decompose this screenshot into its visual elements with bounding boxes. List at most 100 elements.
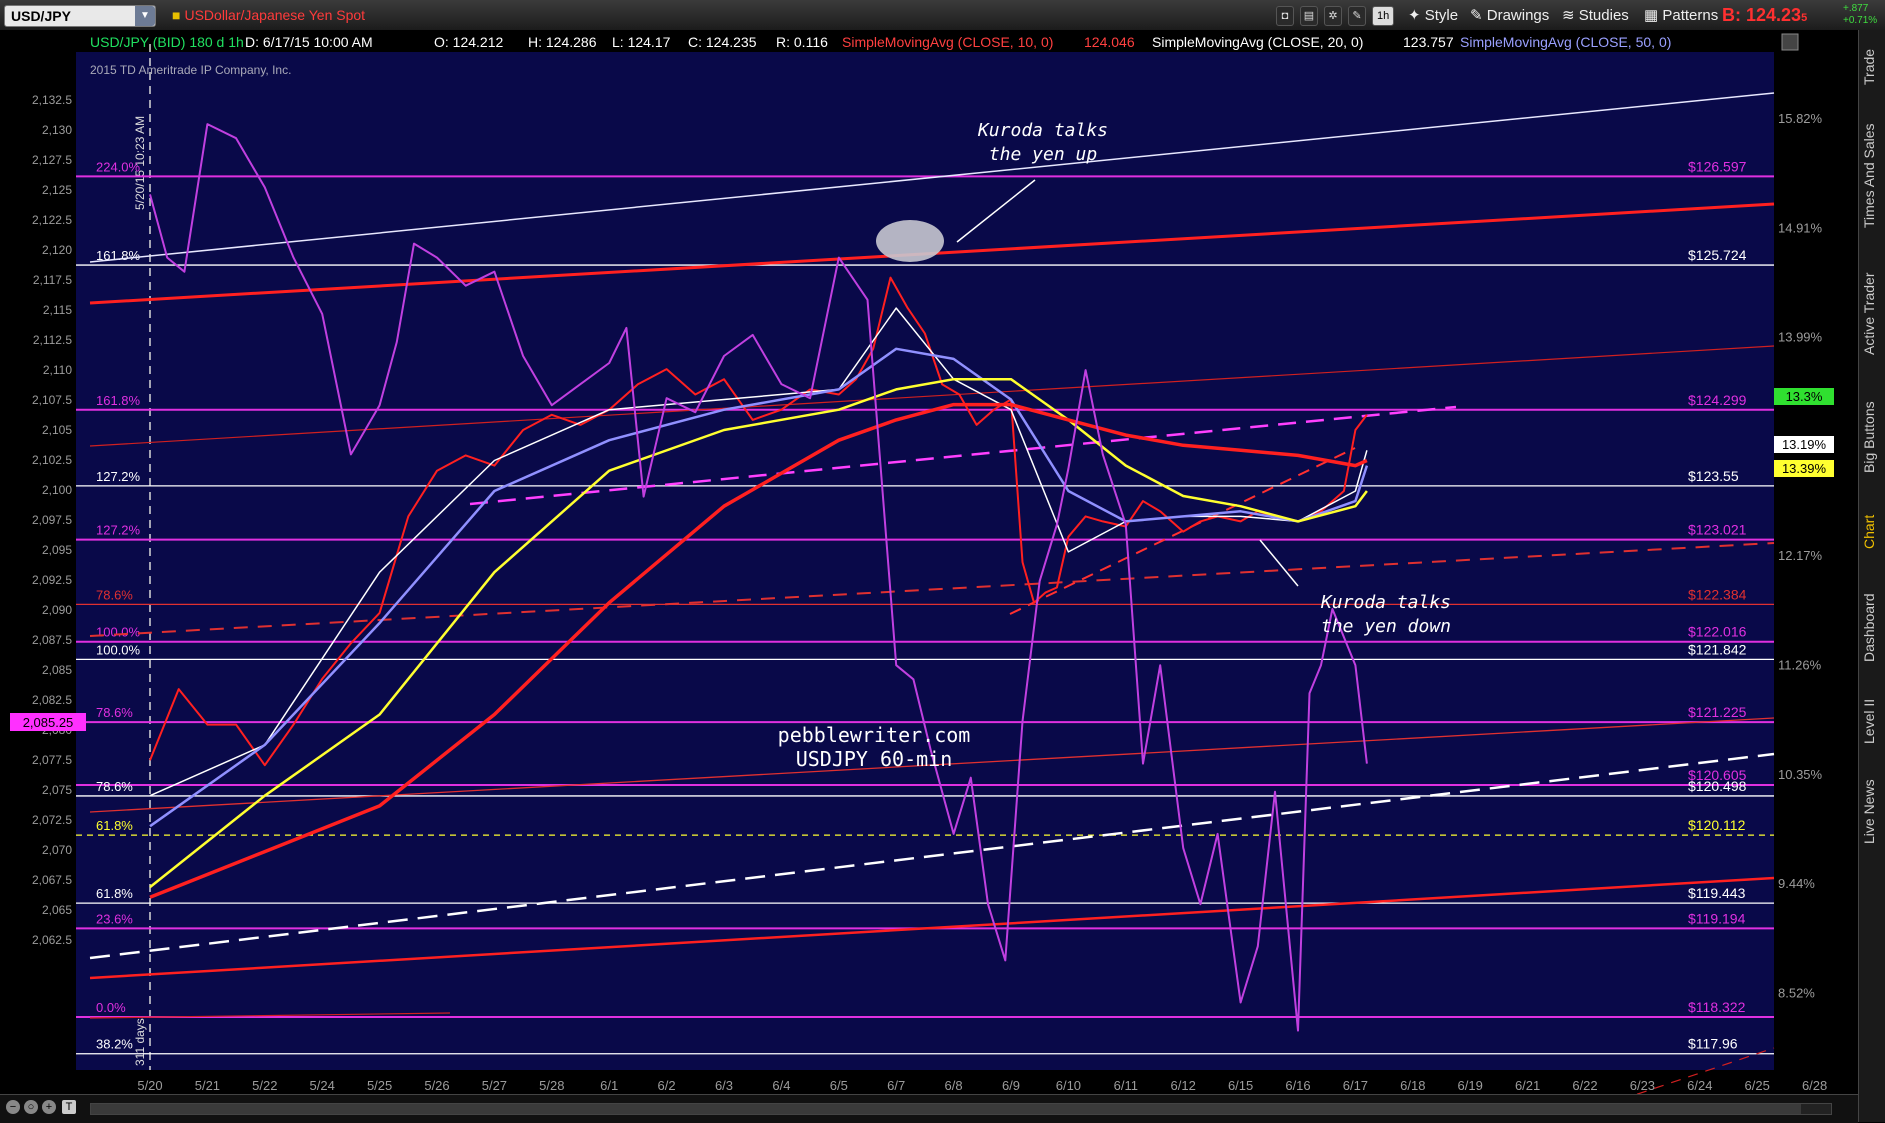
tab-level-ii[interactable]: Level II bbox=[1861, 686, 1883, 756]
annotation-text: Kuroda talks bbox=[1320, 592, 1451, 613]
fib-ratio-label: 23.6% bbox=[96, 911, 133, 926]
header-field-2: O: 124.212 bbox=[434, 34, 503, 50]
symbol-input[interactable]: USD/JPY ▼ bbox=[4, 5, 156, 27]
tab-trade[interactable]: Trade bbox=[1861, 36, 1883, 98]
x-axis-label: 6/16 bbox=[1285, 1078, 1310, 1093]
style-icon: ✦ bbox=[1408, 7, 1425, 24]
studies-menu[interactable]: ≋ Studies bbox=[1562, 6, 1629, 24]
x-axis-label: 6/22 bbox=[1572, 1078, 1597, 1093]
fib-ratio-label: 224.0% bbox=[96, 159, 141, 174]
x-axis-label: 6/10 bbox=[1056, 1078, 1081, 1093]
left-axis-tick: 2,127.5 bbox=[32, 153, 72, 167]
x-axis-label: 6/8 bbox=[945, 1078, 963, 1093]
x-axis-label: 6/28 bbox=[1802, 1078, 1827, 1093]
x-axis-label: 6/24 bbox=[1687, 1078, 1712, 1093]
drawings-icon: ✎ bbox=[1470, 7, 1487, 24]
header-field-3: H: 124.286 bbox=[528, 34, 597, 50]
x-axis-label: 6/23 bbox=[1630, 1078, 1655, 1093]
symbol-title: USDollar/Japanese Yen Spot bbox=[184, 7, 366, 23]
zoom-in-icon[interactable]: + bbox=[42, 1100, 56, 1114]
tab-chart[interactable]: Chart bbox=[1861, 502, 1883, 562]
x-axis-label: 6/12 bbox=[1171, 1078, 1196, 1093]
left-axis-tick: 2,090 bbox=[42, 603, 72, 617]
star-icon[interactable]: ■ bbox=[172, 7, 180, 23]
text-tool-icon[interactable]: T bbox=[62, 1100, 76, 1114]
fib-price-label: $118.322 bbox=[1688, 999, 1746, 1015]
fib-ratio-label: 38.2% bbox=[96, 1037, 133, 1052]
left-axis-tick: 2,100 bbox=[42, 483, 72, 497]
left-axis-tick: 2,092.5 bbox=[32, 573, 72, 587]
tab-times-and-sales[interactable]: Times And Sales bbox=[1861, 112, 1883, 240]
x-axis-label: 5/20 bbox=[137, 1078, 162, 1093]
fib-ratio-label: 78.6% bbox=[96, 779, 133, 794]
symbol-dropdown-icon[interactable]: ▼ bbox=[135, 6, 155, 26]
time-scrollbar[interactable] bbox=[90, 1103, 1832, 1115]
change-percent: +0.71% bbox=[1843, 15, 1878, 26]
annotation-text: Kuroda talks bbox=[977, 120, 1108, 141]
fib-price-label: $123.021 bbox=[1688, 522, 1747, 538]
right-axis-tick: 12.17% bbox=[1778, 548, 1823, 563]
right-axis-tick: 11.26% bbox=[1778, 658, 1822, 673]
left-axis-tick: 2,070 bbox=[42, 843, 72, 857]
zoom-out-icon[interactable]: − bbox=[6, 1100, 20, 1114]
tab-dashboard[interactable]: Dashboard bbox=[1861, 578, 1883, 678]
left-axis-tick: 2,075 bbox=[42, 783, 72, 797]
right-axis-tick: 10.35% bbox=[1778, 767, 1823, 782]
fib-price-label: $117.96 bbox=[1688, 1036, 1738, 1052]
header-field-4: L: 124.17 bbox=[612, 34, 671, 50]
x-axis-label: 6/4 bbox=[772, 1078, 790, 1093]
header-field-7: SimpleMovingAvg (CLOSE, 10, 0) bbox=[842, 34, 1053, 50]
right-axis-tick: 14.91% bbox=[1778, 220, 1823, 235]
fib-price-label: $121.842 bbox=[1688, 641, 1747, 657]
fib-ratio-label: 78.6% bbox=[96, 587, 133, 602]
header-field-1: D: 6/17/15 10:00 AM bbox=[245, 34, 373, 50]
left-axis-tick: 2,095 bbox=[42, 543, 72, 557]
camera-icon[interactable]: ◘ bbox=[1276, 6, 1294, 26]
fib-price-label: $122.384 bbox=[1688, 586, 1747, 602]
drawings-menu[interactable]: ✎ Drawings bbox=[1470, 6, 1549, 24]
fib-ratio-label: 100.0% bbox=[96, 642, 141, 657]
zoom-fit-icon[interactable]: ○ bbox=[24, 1100, 38, 1114]
right-axis-tick: 15.82% bbox=[1778, 111, 1823, 126]
left-axis-tick: 2,102.5 bbox=[32, 453, 72, 467]
annotation-text: pebblewriter.com bbox=[778, 723, 971, 747]
tab-big-buttons[interactable]: Big Buttons bbox=[1861, 382, 1883, 492]
x-axis-label: 6/9 bbox=[1002, 1078, 1020, 1093]
interval-button[interactable]: 1h bbox=[1372, 6, 1395, 26]
wrench-icon[interactable]: ✎ bbox=[1348, 6, 1366, 26]
style-menu[interactable]: ✦ Style bbox=[1408, 6, 1458, 24]
tab-live-news[interactable]: Live News bbox=[1861, 764, 1883, 860]
fib-price-label: $120.112 bbox=[1688, 817, 1746, 833]
left-axis-tick: 2,097.5 bbox=[32, 513, 72, 527]
print-icon[interactable]: ▤ bbox=[1300, 6, 1318, 26]
price-chart[interactable]: USD/JPY (BID) 180 d 1h D: 6/17/15 10:00 A… bbox=[0, 30, 1858, 1094]
fib-ratio-label: 161.8% bbox=[96, 393, 141, 408]
left-axis-tick: 2,122.5 bbox=[32, 213, 72, 227]
x-axis-label: 6/5 bbox=[830, 1078, 848, 1093]
x-axis-label: 6/11 bbox=[1114, 1078, 1138, 1093]
left-axis-tick: 2,065 bbox=[42, 903, 72, 917]
plot-area bbox=[76, 44, 1774, 1070]
share-icon[interactable]: ✲ bbox=[1324, 6, 1342, 26]
left-axis-tick: 2,107.5 bbox=[32, 393, 72, 407]
patterns-menu[interactable]: ▦ Patterns bbox=[1644, 6, 1718, 24]
fib-price-label: $121.225 bbox=[1688, 704, 1747, 720]
x-axis-label: 5/24 bbox=[310, 1078, 335, 1093]
fib-ratio-label: 127.2% bbox=[96, 523, 141, 538]
scrollbar-thumb[interactable] bbox=[91, 1104, 1801, 1114]
x-axis-label: 5/26 bbox=[424, 1078, 449, 1093]
right-axis-tick: 9.44% bbox=[1778, 876, 1815, 891]
tab-active-trader[interactable]: Active Trader bbox=[1861, 255, 1883, 373]
left-axis-tick: 2,087.5 bbox=[32, 633, 72, 647]
left-axis-tick: 2,130 bbox=[42, 123, 72, 137]
kuroda-highlight-ellipse bbox=[876, 220, 944, 262]
fib-ratio-label: 100.0% bbox=[96, 625, 141, 640]
symbol-description: ■ USDollar/Japanese Yen Spot bbox=[172, 7, 365, 23]
left-axis-tick: 2,062.5 bbox=[32, 933, 72, 947]
header-field-11: SimpleMovingAvg (CLOSE, 50, 0) bbox=[1460, 34, 1671, 50]
left-axis-tick: 2,115 bbox=[43, 303, 72, 317]
bottom-bar: − ○ + T bbox=[0, 1094, 1858, 1123]
left-axis-tick: 2,067.5 bbox=[32, 873, 72, 887]
fib-ratio-label: 61.8% bbox=[96, 818, 133, 833]
fib-price-label: $123.55 bbox=[1688, 468, 1739, 484]
